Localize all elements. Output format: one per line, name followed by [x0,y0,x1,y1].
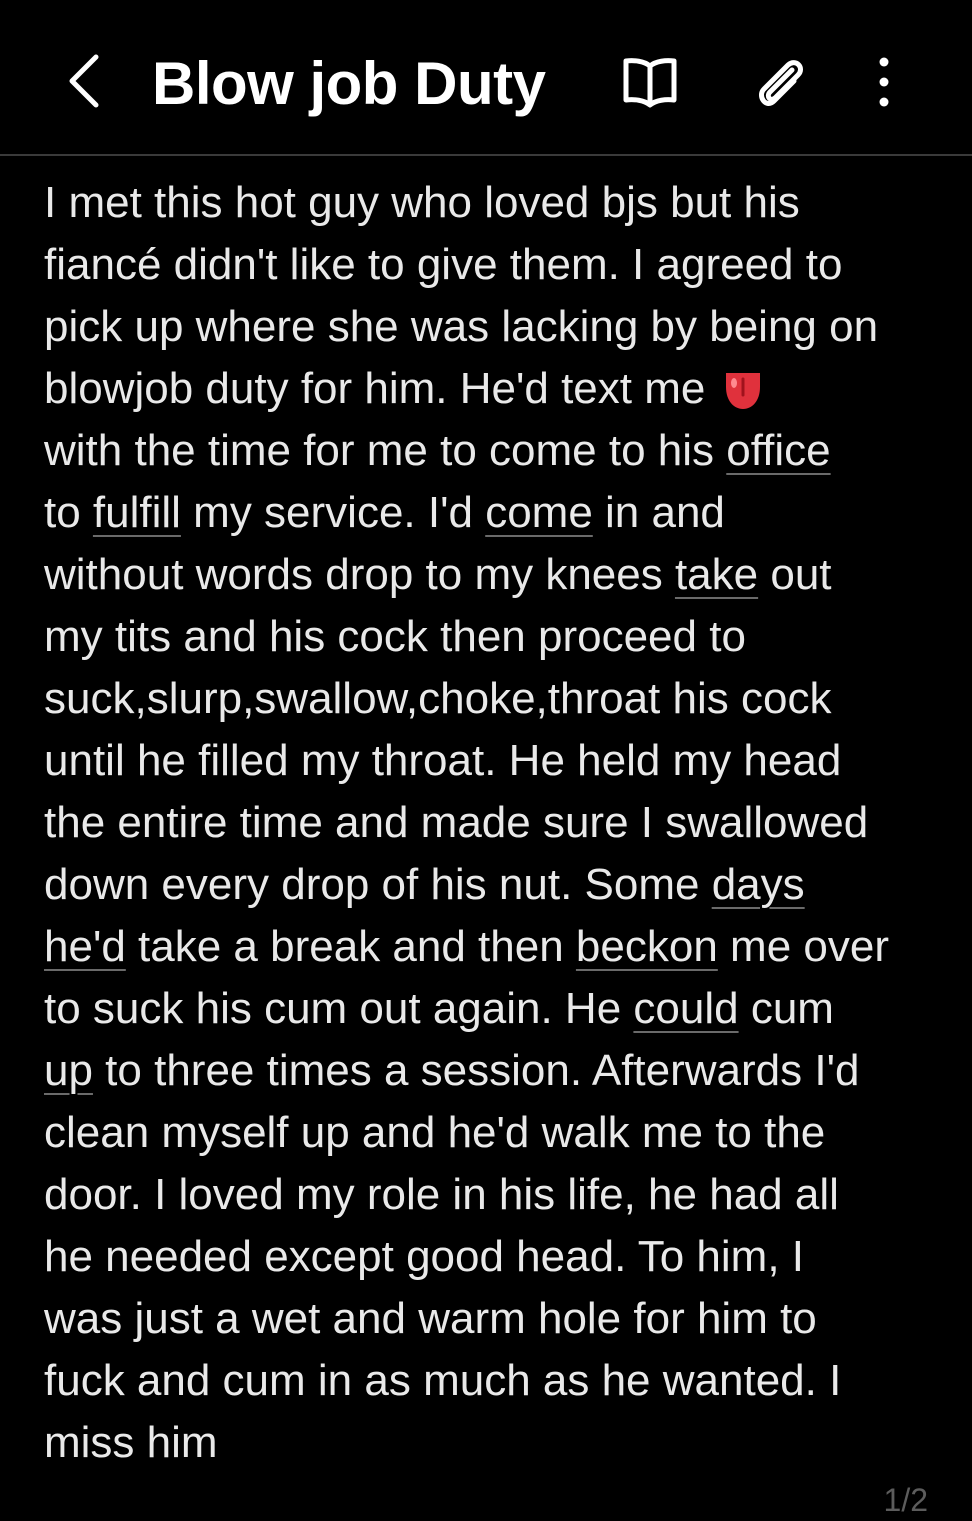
note-text-segment: was just a wet and warm hole for him to [44,1294,817,1343]
book-icon [623,58,677,108]
note-line: down every drop of his nut. Some days [44,854,944,916]
suggestion-underlined-word[interactable]: days [712,860,805,909]
note-line: suck,slurp,swallow,choke,throat his cock [44,668,944,730]
note-text-segment: down every drop of his nut. Some [44,860,712,909]
note-line: the entire time and made sure I swallowe… [44,792,944,854]
note-text-segment: cum [738,984,834,1033]
page-indicator: 1/2 [883,1482,928,1518]
more-options-button[interactable] [848,46,920,118]
suggestion-underlined-word[interactable]: take [675,550,758,599]
header-divider [0,154,972,156]
suggestion-underlined-word[interactable]: office [726,426,830,475]
note-text-segment: door. I loved my role in his life, he ha… [44,1170,839,1219]
note-text-segment: suck,slurp,swallow,choke,throat his cock [44,674,832,723]
notes-app: Blow job Duty I met this hot guy who lov… [0,0,972,1521]
note-text-segment: I met this hot guy who loved bjs but his [44,178,800,227]
suggestion-underlined-word[interactable]: fulfill [93,488,181,537]
note-text-segment: fiancé didn't like to give them. I agree… [44,240,843,289]
note-text-segment: until he filled my throat. He held my he… [44,736,842,785]
back-button[interactable] [52,44,116,118]
note-text-segment: me over [717,922,889,971]
note-text-segment: out [758,550,832,599]
tongue-emoji-icon [725,373,760,409]
suggestion-underlined-word[interactable]: he'd [44,922,126,971]
note-line: with the time for me to come to his offi… [44,420,944,482]
note-text-segment: to three times a session. Afterwards I'd [92,1046,860,1095]
app-header: Blow job Duty [0,0,972,154]
note-text-segment: without words drop to my knees [44,550,675,599]
attach-button[interactable] [744,46,816,118]
note-text-segment: miss him [44,1418,218,1467]
reading-mode-button[interactable] [614,46,686,118]
note-text-segment: pick up where she was lacking by being o… [44,302,879,351]
note-line: he needed except good head. To him, I [44,1226,944,1288]
note-text-segment: clean myself up and he'd walk me to the [44,1108,826,1157]
note-line: until he filled my throat. He held my he… [44,730,944,792]
note-text-segment: take a break and then [125,922,576,971]
note-line: fuck and cum in as much as he wanted. I [44,1350,944,1412]
note-text-segment: with the time for me to come to his [44,426,727,475]
note-text-segment: my service. I'd [180,488,486,537]
suggestion-underlined-word[interactable]: come [485,488,593,537]
note-line: fiancé didn't like to give them. I agree… [44,234,944,296]
chevron-left-icon [69,54,99,108]
note-text-segment: fuck and cum in as much as he wanted. I [44,1356,842,1405]
note-body-text[interactable]: I met this hot guy who loved bjs but his… [44,172,944,1474]
note-line: up to three times a session. Afterwards … [44,1040,944,1102]
note-line: to suck his cum out again. He could cum [44,978,944,1040]
note-line: he'd take a break and then beckon me ove… [44,916,944,978]
note-line: pick up where she was lacking by being o… [44,296,944,358]
note-line: without words drop to my knees take out [44,544,944,606]
note-line: my tits and his cock then proceed to [44,606,944,668]
more-vertical-icon [879,57,889,107]
suggestion-underlined-word[interactable]: up [44,1046,93,1095]
note-text-segment: my tits and his cock then proceed to [44,612,746,661]
paperclip-icon [759,60,803,106]
note-line: to fulfill my service. I'd come in and [44,482,944,544]
note-line: clean myself up and he'd walk me to the [44,1102,944,1164]
note-line: miss him [44,1412,944,1474]
suggestion-underlined-word[interactable]: beckon [576,922,718,971]
suggestion-underlined-word[interactable]: could [633,984,738,1033]
note-text-segment: to [44,488,93,537]
note-text-segment: blowjob duty for him. He'd text me [44,364,718,413]
note-text-segment: the entire time and made sure I swallowe… [44,798,869,847]
note-line: door. I loved my role in his life, he ha… [44,1164,944,1226]
note-text-segment: he needed except good head. To him, I [44,1232,804,1281]
note-text-segment: in and [592,488,725,537]
note-line: blowjob duty for him. He'd text me [44,358,944,420]
note-line: I met this hot guy who loved bjs but his [44,172,944,234]
note-title: Blow job Duty [152,50,546,117]
note-text-segment: to suck his cum out again. He [44,984,634,1033]
note-line: was just a wet and warm hole for him to [44,1288,944,1350]
